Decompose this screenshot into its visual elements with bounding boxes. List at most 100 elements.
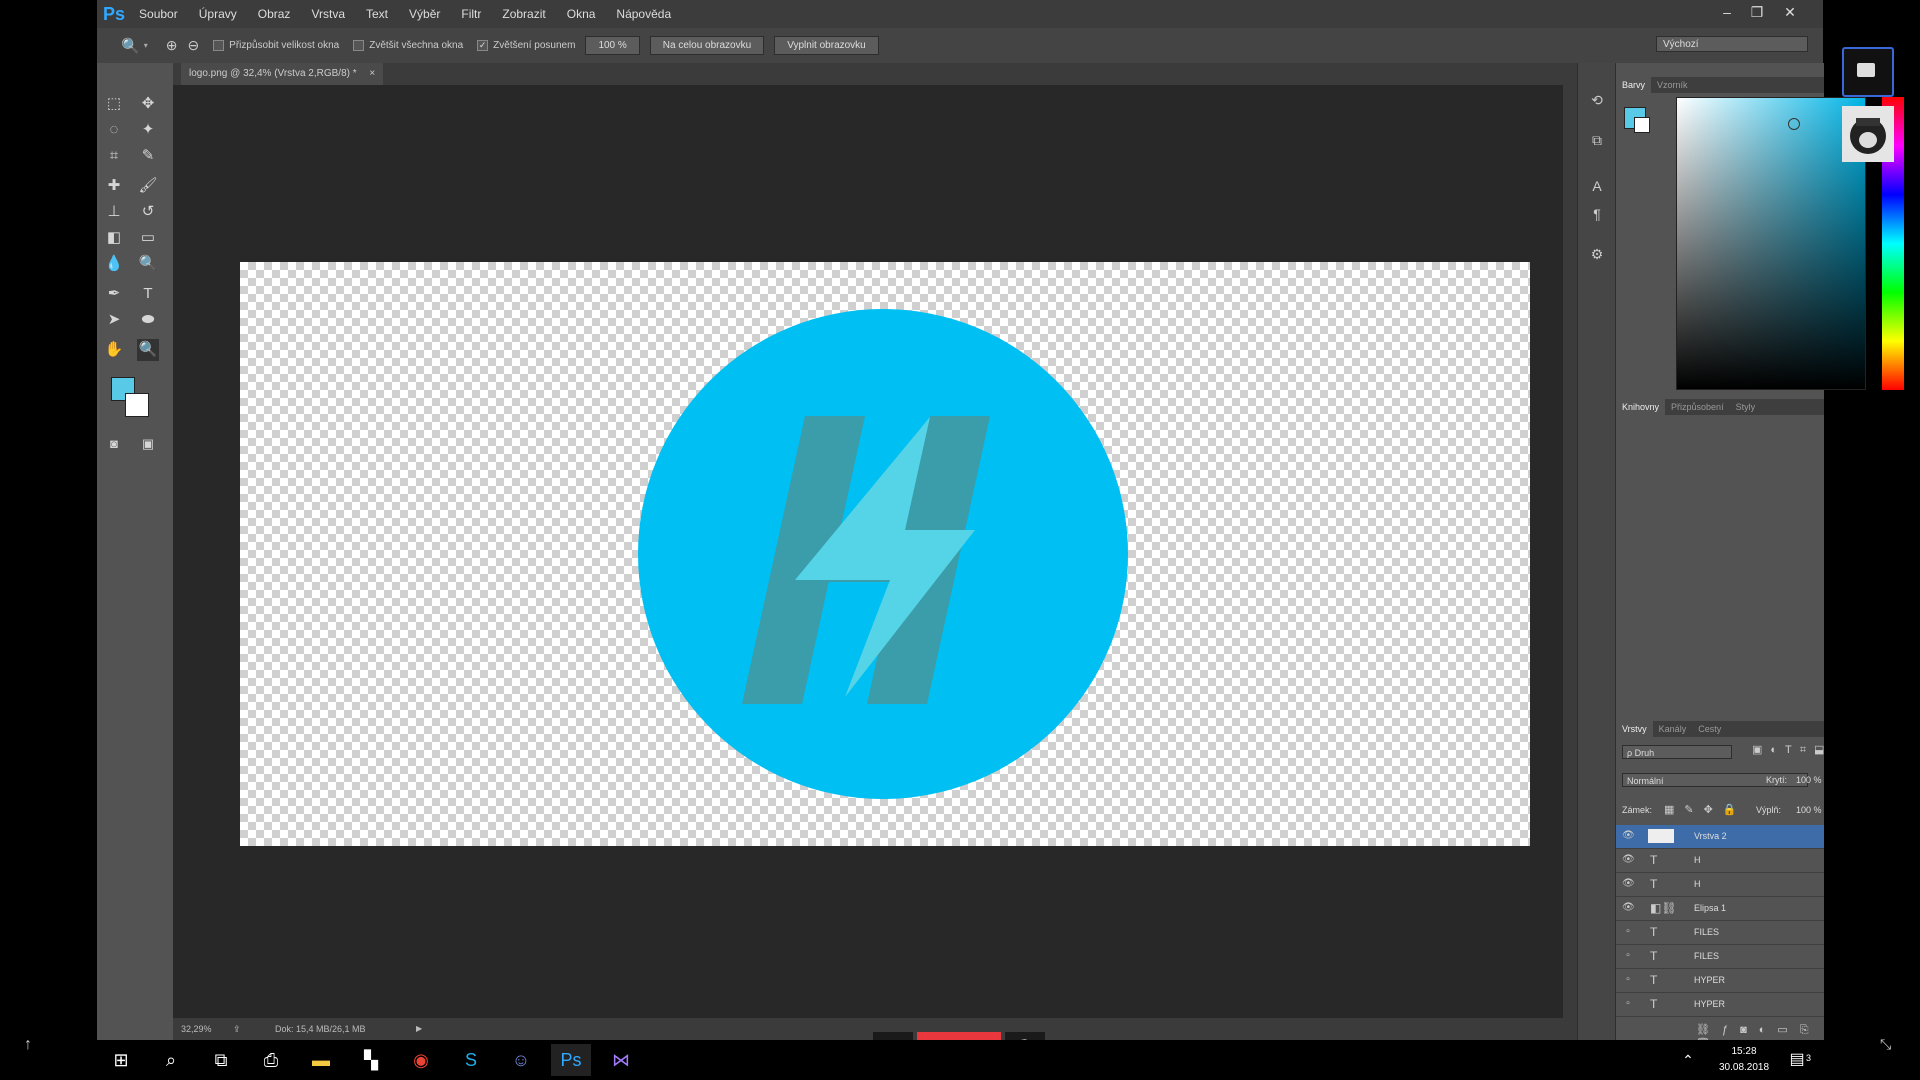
color-panel-background-swatch[interactable] <box>1634 117 1650 133</box>
fit-screen-button[interactable]: Na celou obrazovku <box>649 36 765 55</box>
tab-styles[interactable]: Styly <box>1730 399 1762 415</box>
visibility-toggle[interactable]: ▫ <box>1622 974 1634 986</box>
magic-wand-icon[interactable]: ✦ <box>137 119 159 141</box>
workspace-select[interactable]: Výchozí <box>1656 36 1808 52</box>
history-panel-icon[interactable]: ⟲ <box>1586 89 1608 111</box>
marquee-tool-icon[interactable]: ⬚ <box>103 93 125 115</box>
eye-icon[interactable]: 👁 <box>1622 830 1635 842</box>
lasso-tool-icon[interactable]: ◌ <box>103 119 125 141</box>
app2-icon[interactable]: ▚ <box>351 1044 391 1076</box>
file-explorer-icon[interactable]: ▬ <box>301 1044 341 1076</box>
document-tab[interactable]: logo.png @ 32,4% (Vrstva 2,RGB/8) * × <box>181 63 384 85</box>
up-arrow-icon[interactable]: ↑ <box>24 1036 32 1054</box>
hand-tool-icon[interactable]: ✋ <box>103 339 125 361</box>
visibility-toggle[interactable]: ▫ <box>1622 998 1634 1010</box>
menu-filtr[interactable]: Filtr <box>461 7 481 21</box>
zoom-in-icon[interactable]: ⊕ <box>166 37 178 54</box>
history-brush-icon[interactable]: ↺ <box>137 201 159 223</box>
layer-row[interactable]: 👁 Vrstva 2 <box>1616 825 1824 849</box>
tab-swatches[interactable]: Vzorník <box>1651 77 1694 93</box>
menu-napoveda[interactable]: Nápověda <box>616 7 671 21</box>
ellipse-tool-icon[interactable]: ⬬ <box>137 309 159 331</box>
collapse-icon[interactable]: ⤡ <box>1880 1036 1891 1053</box>
app-icon[interactable]: ⎙ <box>251 1044 291 1076</box>
status-arrow-icon[interactable]: ▶ <box>416 1018 422 1040</box>
move-tool-icon[interactable]: ✥ <box>137 93 159 115</box>
eraser-tool-icon[interactable]: ◧ <box>103 227 125 249</box>
tab-channels[interactable]: Kanály <box>1653 721 1693 737</box>
gradient-tool-icon[interactable]: ▭ <box>137 227 159 249</box>
zoom-100-button[interactable]: 100 % <box>585 36 640 55</box>
layer-row[interactable]: 👁 T H <box>1616 849 1824 873</box>
vertical-scrollbar[interactable] <box>1563 85 1577 1018</box>
tab-layers[interactable]: Vrstvy <box>1616 721 1653 737</box>
healing-brush-icon[interactable]: ✚ <box>103 175 125 197</box>
path-select-icon[interactable]: ➤ <box>103 309 125 331</box>
task-view-icon[interactable]: ⧉ <box>201 1044 241 1076</box>
stamp-tool-icon[interactable]: ⊥ <box>103 201 125 223</box>
zoom-tool-icon[interactable]: 🔍 <box>121 37 140 55</box>
restore-icon[interactable]: ❐ <box>1744 2 1770 22</box>
background-color-swatch[interactable] <box>125 393 149 417</box>
dodge-tool-icon[interactable]: 🔍 <box>137 253 159 275</box>
zoom-all-checkbox[interactable]: Zvětšit všechna okna <box>353 40 463 51</box>
layer-row[interactable]: 👁 ◧⛓ Elipsa 1 <box>1616 897 1824 921</box>
tray-chevron-icon[interactable]: ⌃ <box>1668 1044 1708 1076</box>
search-icon[interactable]: ⌕ <box>151 1044 191 1076</box>
eye-icon[interactable]: 👁 <box>1622 854 1635 866</box>
menu-text[interactable]: Text <box>366 7 388 21</box>
fit-window-checkbox[interactable]: Přizpůsobit velikost okna <box>213 40 339 51</box>
eye-icon[interactable]: 👁 <box>1622 878 1635 890</box>
visibility-toggle[interactable]: ▫ <box>1622 950 1634 962</box>
eye-icon[interactable]: 👁 <box>1622 902 1635 914</box>
zoom-status[interactable]: 32,29% <box>181 1018 212 1040</box>
zoom-out-icon[interactable]: ⊖ <box>187 37 199 54</box>
clock[interactable]: 15:28 30.08.2018 <box>1719 1044 1769 1076</box>
brush-tool-icon[interactable]: 🖌 <box>137 175 159 197</box>
pen-tool-icon[interactable]: ✒ <box>103 283 125 305</box>
windows-start-icon[interactable]: ⊞ <box>101 1044 141 1076</box>
layer-row[interactable]: ▫ T HYPER <box>1616 969 1824 993</box>
fill-value[interactable]: 100 % <box>1796 805 1822 815</box>
menu-vyber[interactable]: Výběr <box>409 7 440 21</box>
screen-mode-icon[interactable]: ▣ <box>137 433 159 455</box>
image-canvas[interactable] <box>240 262 1530 846</box>
layer-row[interactable]: ▫ T FILES <box>1616 921 1824 945</box>
type-tool-icon[interactable]: T <box>137 283 159 305</box>
fill-screen-button[interactable]: Vyplnit obrazovku <box>774 36 879 55</box>
character-panel-icon[interactable]: A <box>1586 175 1608 197</box>
color-picker-marker[interactable] <box>1788 118 1800 130</box>
crop-tool-icon[interactable]: ⌗ <box>103 145 125 167</box>
close-icon[interactable]: ✕ <box>1777 2 1803 22</box>
layer-row[interactable]: ▫ T FILES <box>1616 945 1824 969</box>
tab-color[interactable]: Barvy <box>1616 77 1652 93</box>
tab-paths[interactable]: Cesty <box>1692 721 1727 737</box>
tab-libraries[interactable]: Knihovny <box>1616 399 1666 415</box>
menu-soubor[interactable]: Soubor <box>139 7 178 21</box>
lock-icons[interactable]: ▦✎✥🔒 <box>1664 803 1747 816</box>
quick-mask-icon[interactable]: ◙ <box>103 433 125 455</box>
skype-icon[interactable]: S <box>451 1044 491 1076</box>
opacity-value[interactable]: 100 % <box>1796 775 1822 785</box>
glyphs-panel-icon[interactable]: ⚙ <box>1586 243 1608 265</box>
layer-filter-icons[interactable]: ▣◐T⌗⬓ <box>1752 743 1832 757</box>
layer-row[interactable]: 👁 T H <box>1616 873 1824 897</box>
menu-obraz[interactable]: Obraz <box>258 7 291 21</box>
blur-tool-icon[interactable]: 💧 <box>103 253 125 275</box>
visibility-toggle[interactable]: ▫ <box>1622 926 1634 938</box>
tab-adjustments[interactable]: Přizpůsobení <box>1665 399 1730 415</box>
menu-vrstva[interactable]: Vrstva <box>311 7 345 21</box>
layer-row[interactable]: ▫ T HYPER <box>1616 993 1824 1017</box>
layer-filter-select[interactable]: ρ Druh <box>1622 745 1732 759</box>
eyedropper-icon[interactable]: ✎ <box>137 145 159 167</box>
participant-avatar[interactable] <box>1842 106 1894 162</box>
paragraph-panel-icon[interactable]: ¶ <box>1586 203 1608 225</box>
zoom-tool-active-icon[interactable]: 🔍 <box>137 339 159 361</box>
properties-panel-icon[interactable]: ⧉ <box>1586 129 1608 151</box>
menu-okna[interactable]: Okna <box>567 7 596 21</box>
color-field[interactable] <box>1676 97 1866 390</box>
menu-zobrazit[interactable]: Zobrazit <box>502 7 545 21</box>
chevron-down-icon[interactable]: ▾ <box>144 41 148 50</box>
photoshop-taskbar-icon[interactable]: Ps <box>551 1044 591 1076</box>
menu-upravy[interactable]: Úpravy <box>199 7 237 21</box>
